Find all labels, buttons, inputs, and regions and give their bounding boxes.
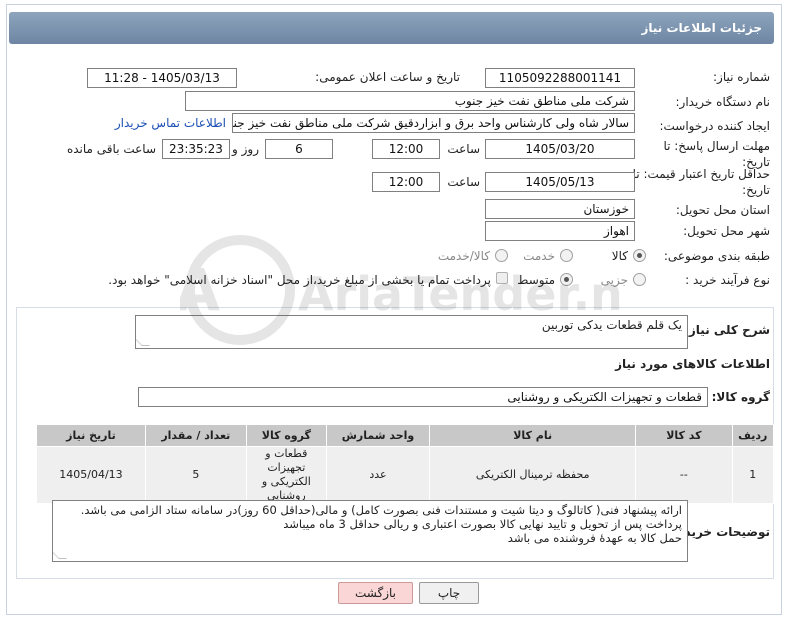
need-number-label: شماره نیاز: — [713, 70, 770, 84]
col-name: نام کالا — [429, 424, 637, 447]
treasury-payment-note: پرداخت تمام یا بخشی از مبلغ خرید،از محل … — [108, 273, 491, 287]
price-validity-label: حداقل تاریخ اعتبار قیمت: تا تاریخ: — [632, 167, 770, 197]
days-and-label: روز و — [232, 142, 259, 156]
cell-date: 1405/04/13 — [36, 446, 146, 504]
validity-date-field: 1405/05/13 — [485, 172, 635, 192]
goods-table-header: ردیف کد کالا نام کالا واحد شمارش گروه کا… — [36, 424, 775, 447]
announce-datetime-label: تاریخ و ساعت اعلان عمومی: — [315, 70, 460, 84]
category-option-goods-service: کالا/خدمت — [437, 249, 490, 263]
cell-group: قطعات و تجهیزات الکتریکی و روشنایی — [245, 446, 327, 504]
buyer-org-label: نام دستگاه خریدار: — [675, 95, 771, 109]
summary-label: شرح کلی نیاز: — [684, 323, 770, 337]
buyer-note-line-1: ارائه پیشنهاد فنی( کاتالوگ و دیتا شیت و … — [80, 503, 682, 517]
summary-textarea[interactable]: یک قلم قطعات یدکی توربین — [135, 315, 688, 349]
validity-time-label: ساعت — [447, 175, 480, 189]
remaining-days-field: 6 — [265, 139, 333, 159]
category-option-goods: کالا — [611, 249, 628, 263]
reply-date-field: 1405/03/20 — [485, 139, 635, 159]
back-button[interactable]: بازگشت — [338, 582, 413, 604]
category-radio-service[interactable] — [560, 249, 573, 262]
buyer-note-line-3: حمل کالا به عهدهٔ فروشنده می باشد — [507, 531, 682, 545]
table-row: 1 -- محفظه ترمینال الکتریکی عدد قطعات و … — [36, 446, 775, 504]
goods-table: ردیف کد کالا نام کالا واحد شمارش گروه کا… — [36, 424, 775, 504]
resize-grip-icon[interactable] — [136, 338, 150, 346]
reply-time-field: 12:00 — [372, 139, 440, 159]
category-label: طبقه بندی موضوعی: — [663, 249, 770, 263]
reply-time-label: ساعت — [447, 142, 480, 156]
buyer-org-field: شرکت ملی مناطق نفت خیز جنوب — [185, 91, 635, 111]
announce-datetime-field: 1405/03/13 - 11:28 — [87, 68, 237, 88]
need-number-field: 1105092288001141 — [485, 68, 635, 88]
cell-name: محفظه ترمینال الکتریکی — [429, 446, 637, 504]
city-field: اهواز — [485, 221, 635, 241]
col-qty: تعداد / مقدار — [144, 424, 247, 447]
requester-field: سالار شاه ولی کارشناس واحد برق و ابزاردق… — [232, 113, 635, 133]
col-code: کد کالا — [635, 424, 733, 447]
process-radio-medium[interactable] — [560, 273, 573, 286]
validity-time-field: 12:00 — [372, 172, 440, 192]
city-label: شهر محل تحویل: — [683, 224, 770, 238]
province-field: خوزستان — [485, 199, 635, 219]
remaining-label: ساعت باقی مانده — [66, 142, 156, 156]
province-label: استان محل تحویل: — [675, 203, 770, 217]
buyer-notes-textarea[interactable]: ارائه پیشنهاد فنی( کاتالوگ و دیتا شیت و … — [52, 500, 688, 562]
process-type-label: نوع فرآیند خرید : — [685, 273, 770, 287]
cell-qty: 5 — [144, 446, 247, 504]
category-radio-goods[interactable] — [633, 249, 646, 262]
col-unit: واحد شمارش — [325, 424, 431, 447]
contact-buyer-link[interactable]: اطلاعات تماس خریدار — [115, 116, 226, 130]
col-row: ردیف — [731, 424, 775, 447]
category-radio-goods-service[interactable] — [495, 249, 508, 262]
cell-unit: عدد — [325, 446, 431, 504]
process-radio-minor[interactable] — [633, 273, 646, 286]
treasury-payment-checkbox[interactable] — [496, 272, 508, 284]
process-option-minor: جزیی — [600, 273, 628, 287]
print-button[interactable]: چاپ — [419, 582, 479, 604]
goods-group-field: قطعات و تجهیزات الکتریکی و روشنایی — [138, 387, 708, 407]
category-option-service: خدمت — [523, 249, 555, 263]
process-option-medium: متوسط — [517, 273, 555, 287]
requester-label: ایجاد کننده درخواست: — [659, 119, 770, 133]
page-title: جزئیات اطلاعات نیاز — [9, 12, 774, 44]
remaining-time-field: 23:35:23 — [162, 139, 230, 159]
cell-row: 1 — [731, 446, 775, 504]
col-group: گروه کالا — [245, 424, 327, 447]
cell-code: -- — [635, 446, 733, 504]
summary-text: یک قلم قطعات یدکی توربین — [541, 318, 682, 332]
buyer-note-line-2: پرداخت پس از تحویل و تایید نهایی کالا بص… — [283, 517, 682, 531]
resize-grip-icon[interactable] — [53, 551, 67, 559]
col-date: تاریخ نیاز — [36, 424, 146, 447]
goods-group-label: گروه کالا: — [711, 390, 770, 404]
goods-info-heading: اطلاعات کالاهای مورد نیاز — [615, 357, 770, 371]
